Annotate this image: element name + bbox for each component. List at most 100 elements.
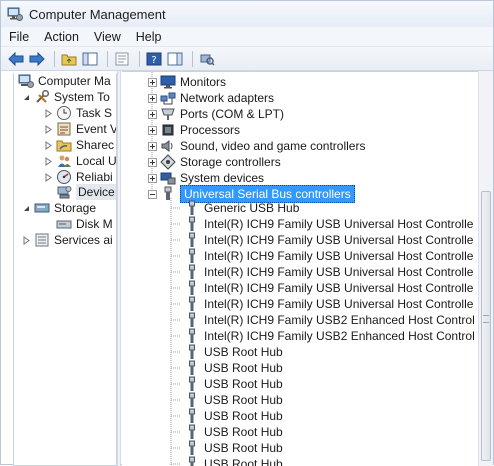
toolbar-separator [139,50,140,67]
category-label: Sound, video and game controllers [180,139,366,153]
properties-button[interactable] [113,50,131,68]
usb-device-row[interactable]: Intel(R) ICH9 Family USB Universal Host … [184,248,473,264]
collapse-minus-icon[interactable] [148,189,157,199]
menu-view[interactable]: View [94,30,121,44]
category-label: Ports (COM & LPT) [180,107,285,121]
usb-device-label: Intel(R) ICH9 Family USB2 Enhanced Host … [204,329,475,343]
tree-item-event-viewer[interactable]: Event V [44,121,116,137]
back-button[interactable] [7,50,25,68]
usb-device-label: Intel(R) ICH9 Family USB Universal Host … [204,281,474,295]
expand-arrow-icon[interactable] [44,108,53,118]
help-button[interactable]: ? [145,50,163,68]
usb-device-icon [189,360,195,375]
expand-plus-icon[interactable] [148,173,157,183]
vertical-scrollbar[interactable] [478,71,493,466]
category-processors[interactable]: Processors [148,122,240,138]
computer-management-window: Computer Management File Action View Hel… [0,0,494,466]
expand-plus-icon[interactable] [148,93,157,103]
users-icon [58,155,71,167]
usb-device-row[interactable]: Intel(R) ICH9 Family USB Universal Host … [184,232,473,248]
usb-device-icon [189,344,195,359]
forward-button[interactable] [28,50,46,68]
expand-arrow-icon[interactable] [44,124,53,134]
scan-hardware-button[interactable] [198,50,216,68]
category-label: Processors [180,123,241,137]
usb-device-row[interactable]: Intel(R) ICH9 Family USB2 Enhanced Host … [184,312,475,328]
scan-hardware-icon [200,54,215,66]
usb-device-row[interactable]: USB Root Hub [184,424,283,440]
expand-plus-icon[interactable] [148,125,157,135]
expand-arrow-icon[interactable] [44,172,53,182]
category-storage-controllers[interactable]: Storage controllers [148,154,281,170]
up-folder-button[interactable] [60,50,78,68]
tree-item-services[interactable]: Services ai [22,232,113,248]
expand-arrow-icon[interactable] [22,235,31,245]
usb-device-row[interactable]: USB Root Hub [184,440,283,456]
tree-item-disk-management[interactable]: Disk M [56,216,113,232]
usb-device-row[interactable]: USB Root Hub [184,376,283,392]
usb-device-row[interactable]: Intel(R) ICH9 Family USB Universal Host … [184,216,473,232]
expand-arrow-icon[interactable] [44,156,53,166]
port-icon [161,108,175,120]
usb-device-row[interactable]: Intel(R) ICH9 Family USB Universal Host … [184,280,473,296]
usb-device-icon [189,376,195,391]
tree-item-device-manager[interactable]: Device [56,184,116,200]
usb-device-row[interactable]: Generic USB Hub [184,200,299,216]
expand-arrow-icon[interactable] [44,140,53,150]
category-sound-video-game[interactable]: Sound, video and game controllers [148,138,365,154]
console-tree-icon [82,52,98,65]
usb-device-icon [189,328,195,343]
tree-item-local-users[interactable]: Local U [44,153,116,169]
processor-icon [162,124,174,136]
category-network-adapters[interactable]: Network adapters [148,90,274,106]
usb-device-row[interactable]: Intel(R) ICH9 Family USB2 Enhanced Host … [184,328,475,344]
usb-device-label: USB Root Hub [204,377,283,391]
device-manager-icon [57,186,72,199]
collapse-arrow-icon[interactable] [22,93,31,102]
usb-device-label: Intel(R) ICH9 Family USB Universal Host … [204,249,474,263]
usb-device-label: USB Root Hub [204,441,283,455]
tree-item-system-tools[interactable]: System To [22,89,110,105]
performance-icon [57,170,71,184]
category-ports[interactable]: Ports (COM & LPT) [148,106,284,122]
usb-device-row[interactable]: USB Root Hub [184,360,283,376]
tree-item-computer-management[interactable]: Computer Ma [18,73,111,89]
expand-plus-icon[interactable] [148,157,157,167]
category-label: Network adapters [180,91,275,105]
back-arrow-icon [8,51,24,66]
collapse-arrow-icon[interactable] [22,204,31,213]
menu-file[interactable]: File [9,30,29,44]
menu-action[interactable]: Action [44,30,79,44]
usb-device-row[interactable]: USB Root Hub [184,392,283,408]
tree-item-label: Reliabi [76,170,113,184]
usb-device-row[interactable]: USB Root Hub [184,408,283,424]
expand-plus-icon[interactable] [148,77,157,87]
usb-device-label: USB Root Hub [204,345,283,359]
category-system-devices[interactable]: System devices [148,170,264,186]
usb-device-label: USB Root Hub [204,393,283,407]
expand-plus-icon[interactable] [148,109,157,119]
menu-help[interactable]: Help [136,30,162,44]
scrollbar-thumb[interactable] [481,191,491,461]
usb-device-icon [189,296,195,311]
services-icon [35,233,49,247]
shared-folder-icon [56,140,72,152]
usb-device-row[interactable]: USB Root Hub [184,344,283,360]
category-monitors[interactable]: Monitors [148,74,226,90]
event-viewer-icon [57,122,71,136]
pane-splitter[interactable] [117,71,121,466]
toolbar-separator [54,50,55,67]
tree-item-shared-folders[interactable]: Sharec [44,137,114,153]
usb-device-label: USB Root Hub [204,425,283,439]
usb-device-row[interactable]: Intel(R) ICH9 Family USB Universal Host … [184,296,473,312]
tree-item-storage[interactable]: Storage [22,200,96,216]
storage-controller-icon [160,154,176,170]
expand-plus-icon[interactable] [148,141,157,151]
tree-item-task-scheduler[interactable]: Task S [44,105,112,121]
action-pane-button[interactable] [166,50,184,68]
usb-device-label: Intel(R) ICH9 Family USB Universal Host … [204,297,474,311]
usb-device-icon [189,264,195,279]
tree-item-reliability[interactable]: Reliabi [44,169,113,185]
usb-device-row[interactable]: Intel(R) ICH9 Family USB Universal Host … [184,264,473,280]
show-hide-tree-button[interactable] [81,50,99,68]
